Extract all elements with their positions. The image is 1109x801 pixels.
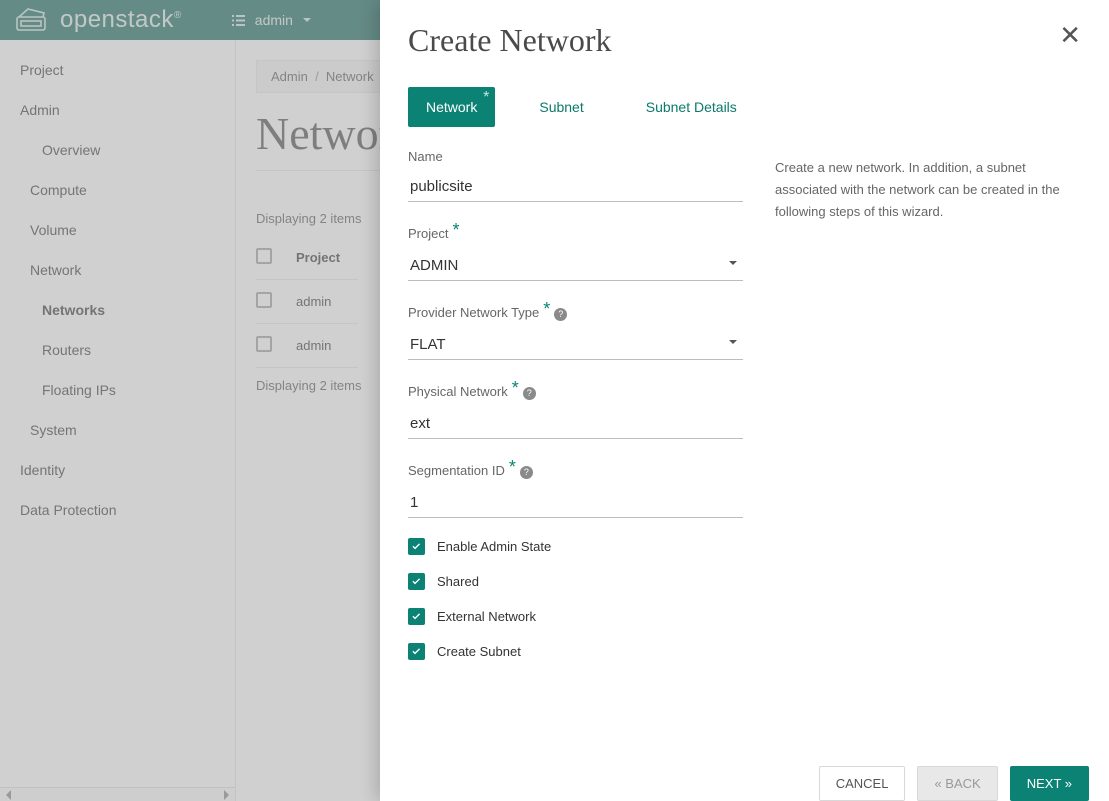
modal-footer: CANCEL « BACK NEXT »	[380, 754, 1109, 801]
checkbox-create-subnet[interactable]: Create Subnet	[408, 643, 743, 660]
tab-network[interactable]: Network *	[408, 87, 495, 127]
create-network-modal: Create Network ✕ Network * Subnet Subnet…	[380, 0, 1109, 801]
tab-network-label: Network	[426, 99, 477, 115]
modal-description: Create a new network. In addition, a sub…	[775, 149, 1081, 746]
checkbox-checked-icon	[408, 608, 425, 625]
help-icon[interactable]: ?	[554, 308, 567, 321]
label-enable-admin: Enable Admin State	[437, 539, 551, 554]
cancel-button[interactable]: CANCEL	[819, 766, 906, 801]
field-project: Project*	[408, 222, 743, 281]
label-segmentation-id: Segmentation ID*?	[408, 459, 743, 480]
field-provider-type: Provider Network Type*?	[408, 301, 743, 360]
field-physical-network: Physical Network*?	[408, 380, 743, 439]
input-segmentation-id[interactable]	[408, 488, 743, 518]
label-create-subnet: Create Subnet	[437, 644, 521, 659]
field-segmentation-id: Segmentation ID*?	[408, 459, 743, 518]
select-project[interactable]	[408, 251, 743, 281]
form-column: Name Project* Provider Network Type*? Ph…	[408, 149, 743, 746]
label-external: External Network	[437, 609, 536, 624]
input-physical-network[interactable]	[408, 409, 743, 439]
field-name: Name	[408, 149, 743, 202]
wizard-tabs: Network * Subnet Subnet Details	[380, 59, 1109, 127]
help-icon[interactable]: ?	[520, 466, 533, 479]
checkbox-external[interactable]: External Network	[408, 608, 743, 625]
checkbox-shared[interactable]: Shared	[408, 573, 743, 590]
required-icon: *	[483, 89, 489, 107]
tab-subnet[interactable]: Subnet	[521, 87, 601, 127]
back-button: « BACK	[917, 766, 997, 801]
chevron-down-icon	[729, 261, 737, 265]
label-shared: Shared	[437, 574, 479, 589]
checkbox-checked-icon	[408, 643, 425, 660]
checkbox-checked-icon	[408, 538, 425, 555]
help-icon[interactable]: ?	[523, 387, 536, 400]
close-icon[interactable]: ✕	[1059, 22, 1081, 48]
input-name[interactable]	[408, 172, 743, 202]
label-name: Name	[408, 149, 743, 164]
label-provider-type: Provider Network Type*?	[408, 301, 743, 322]
modal-title: Create Network	[408, 22, 611, 59]
checkbox-checked-icon	[408, 573, 425, 590]
next-button[interactable]: NEXT »	[1010, 766, 1089, 801]
select-provider-type[interactable]	[408, 330, 743, 360]
chevron-down-icon	[729, 340, 737, 344]
label-physical-network: Physical Network*?	[408, 380, 743, 401]
label-project: Project*	[408, 222, 743, 243]
tab-subnet-details[interactable]: Subnet Details	[628, 87, 755, 127]
checkbox-enable-admin[interactable]: Enable Admin State	[408, 538, 743, 555]
